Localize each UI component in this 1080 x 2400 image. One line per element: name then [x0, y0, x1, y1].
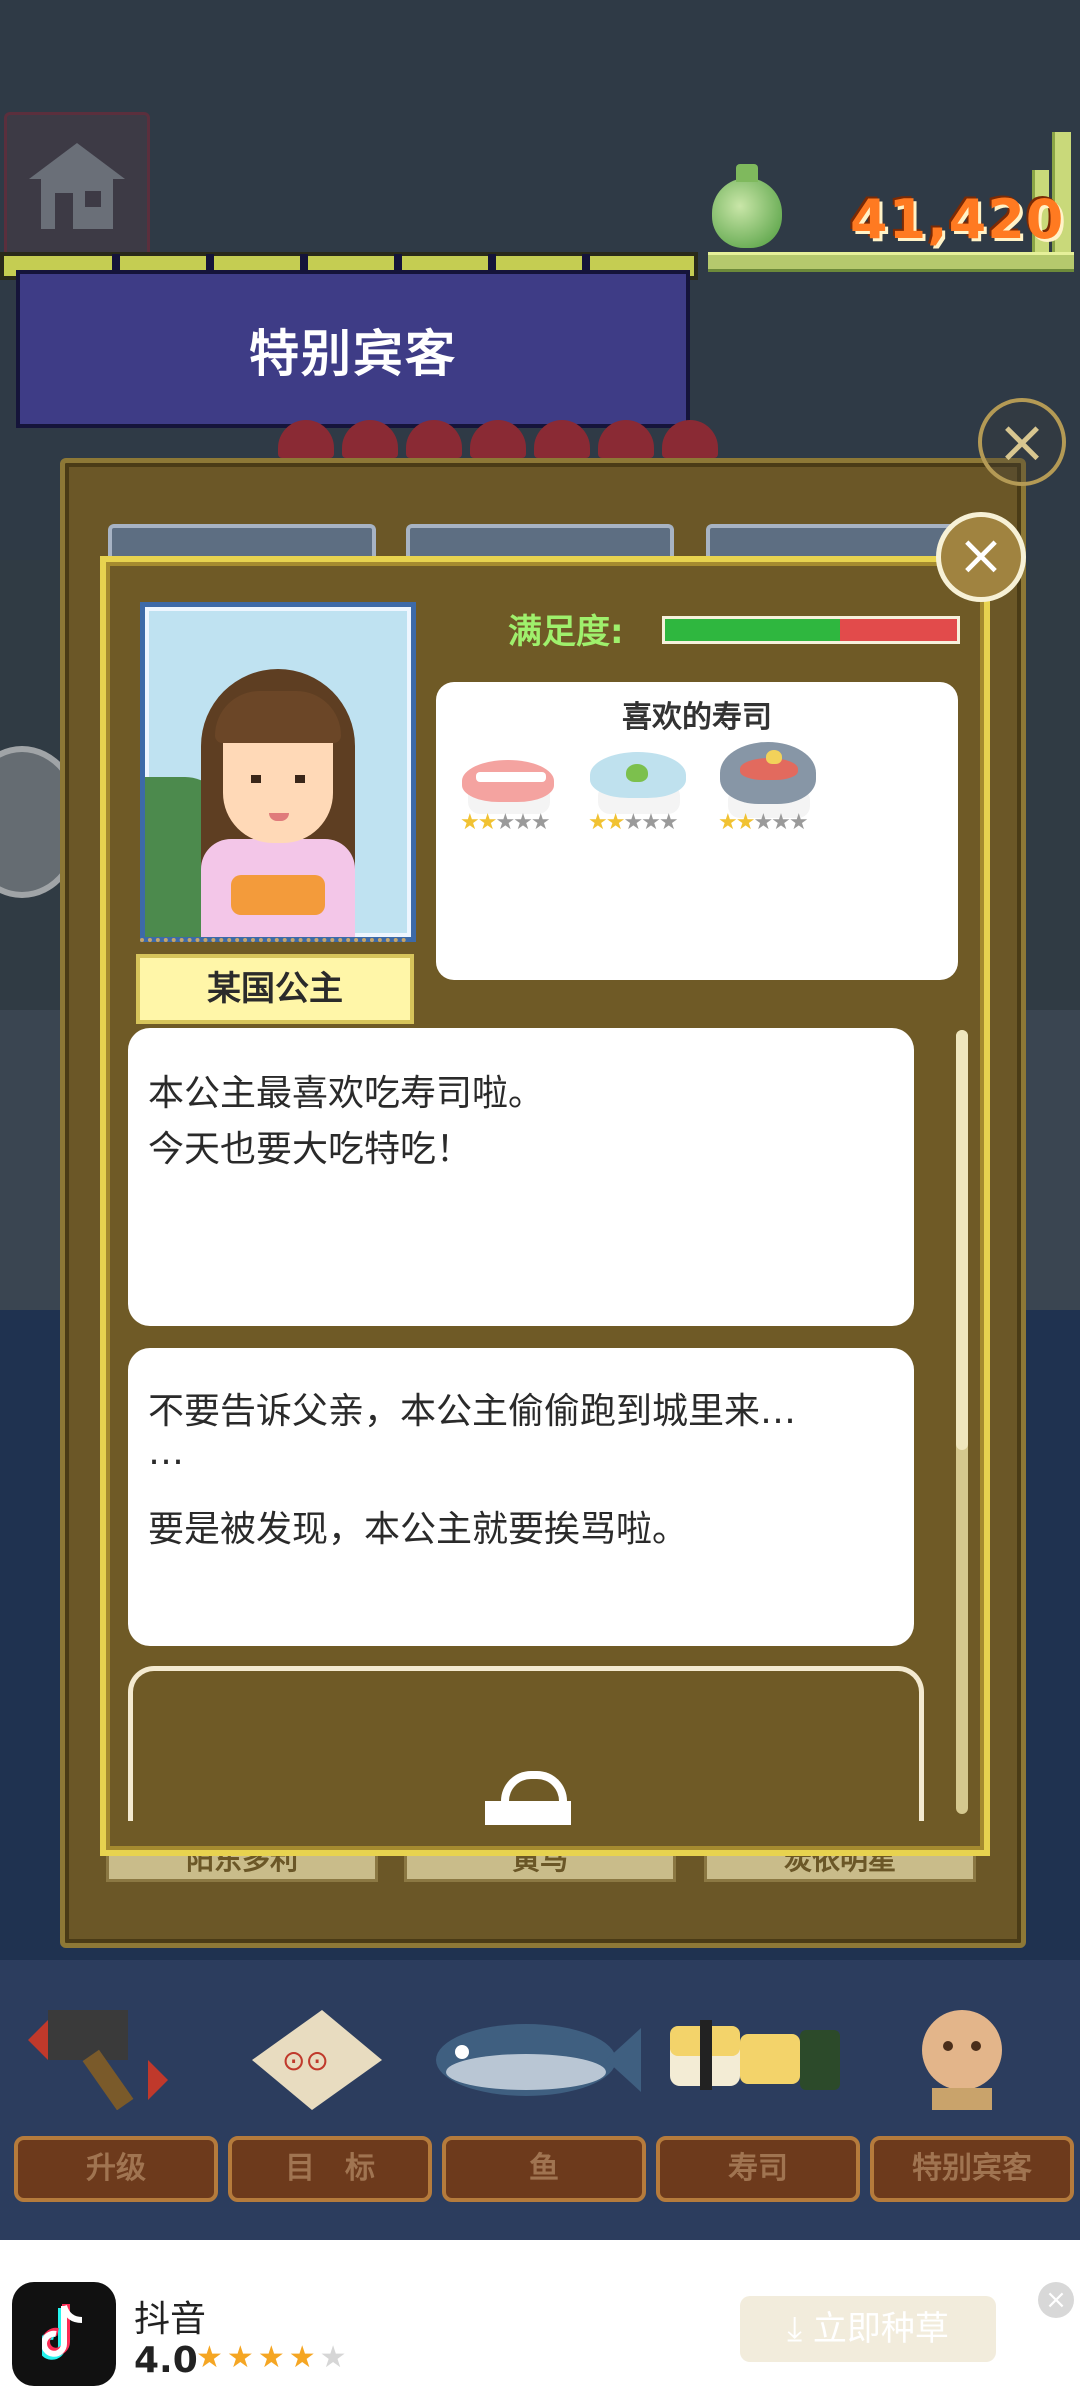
- dialog-bubble: 不要告诉父亲，本公主偷偷跑到城里来… … 要是被发现，本公主就要挨骂啦。: [128, 1348, 914, 1646]
- ad-install-button[interactable]: ⤓ 立即种草: [740, 2296, 996, 2362]
- svg-text:⊙⊙: ⊙⊙: [282, 2044, 329, 2077]
- hammer-icon: [18, 2000, 178, 2111]
- fish-icon: [426, 2000, 641, 2110]
- lock-icon: [483, 1771, 573, 1825]
- favorite-sushi-title: 喜欢的寿司: [622, 700, 772, 735]
- portrait-eye: [295, 775, 305, 783]
- dialog-line: …: [148, 1432, 184, 1473]
- scrollbar-thumb[interactable]: [956, 1030, 968, 1450]
- home-button[interactable]: [4, 112, 150, 258]
- title-banner: 特别宾客: [16, 270, 690, 428]
- satisfaction-fill: [665, 619, 840, 641]
- dialog-line: 本公主最喜欢吃寿司啦。: [148, 1073, 545, 1114]
- sushi-rating: ★★★★★: [718, 810, 809, 835]
- page-title: 特别宾客: [249, 325, 457, 383]
- target-board-icon: ⊙⊙: [232, 2000, 392, 2110]
- house-icon: [29, 143, 125, 179]
- satisfaction-remaining: [840, 619, 957, 641]
- close-icon[interactable]: ×: [1038, 2282, 1074, 2318]
- favorite-sushi-card: 喜欢的寿司 ★★★★★ ★★★★★ ★★★★★: [436, 682, 958, 980]
- guest-icon: [892, 2000, 1052, 2110]
- nav-fish[interactable]: 鱼: [442, 2136, 646, 2202]
- house-icon-window: [85, 191, 101, 207]
- house-icon-door: [55, 193, 73, 229]
- dialog-line: 今天也要大吃特吃！: [148, 1129, 473, 1170]
- close-icon[interactable]: ×: [936, 512, 1026, 602]
- dialog-line: 不要告诉父亲，本公主偷偷跑到城里来…: [148, 1391, 797, 1432]
- dialog-line: 要是被发现，本公主就要挨骂啦。: [148, 1509, 689, 1550]
- sushi-rating: ★★★★★: [588, 810, 679, 835]
- download-icon: ⤓: [787, 2309, 803, 2349]
- coin-count: 41,420: [850, 188, 1065, 251]
- satisfaction-label: 满足度:: [508, 612, 624, 652]
- coin-rail: [708, 252, 1074, 272]
- coin-bag-icon: [712, 164, 782, 248]
- locked-dialog: [128, 1666, 924, 1825]
- satisfaction-bar: [662, 616, 960, 644]
- nav-special-guest[interactable]: 特别宾客: [870, 2136, 1074, 2202]
- nav-upgrade[interactable]: 升级: [14, 2136, 218, 2202]
- ad-install-label: 立即种草: [812, 2309, 949, 2349]
- guest-portrait: [140, 602, 416, 942]
- guest-name: 某国公主: [136, 954, 414, 1024]
- ad-rating-stars: ★★★★★: [196, 2340, 351, 2375]
- portrait-bangs: [215, 691, 341, 743]
- ad-app-name: 抖音: [134, 2299, 207, 2340]
- sushi-icon: [660, 2000, 840, 2110]
- ad-rating: 4.0: [134, 2340, 198, 2381]
- tiktok-app-icon[interactable]: [12, 2282, 116, 2386]
- dialog-bubble: 本公主最喜欢吃寿司啦。 今天也要大吃特吃！: [128, 1028, 914, 1326]
- nav-sushi[interactable]: 寿司: [656, 2136, 860, 2202]
- nav-goals[interactable]: 目 标: [228, 2136, 432, 2202]
- house-icon-wall: [41, 179, 113, 229]
- sushi-rating: ★★★★★: [460, 810, 551, 835]
- portrait-obi: [231, 875, 325, 915]
- close-icon[interactable]: ×: [978, 398, 1066, 486]
- portrait-eye: [251, 775, 261, 783]
